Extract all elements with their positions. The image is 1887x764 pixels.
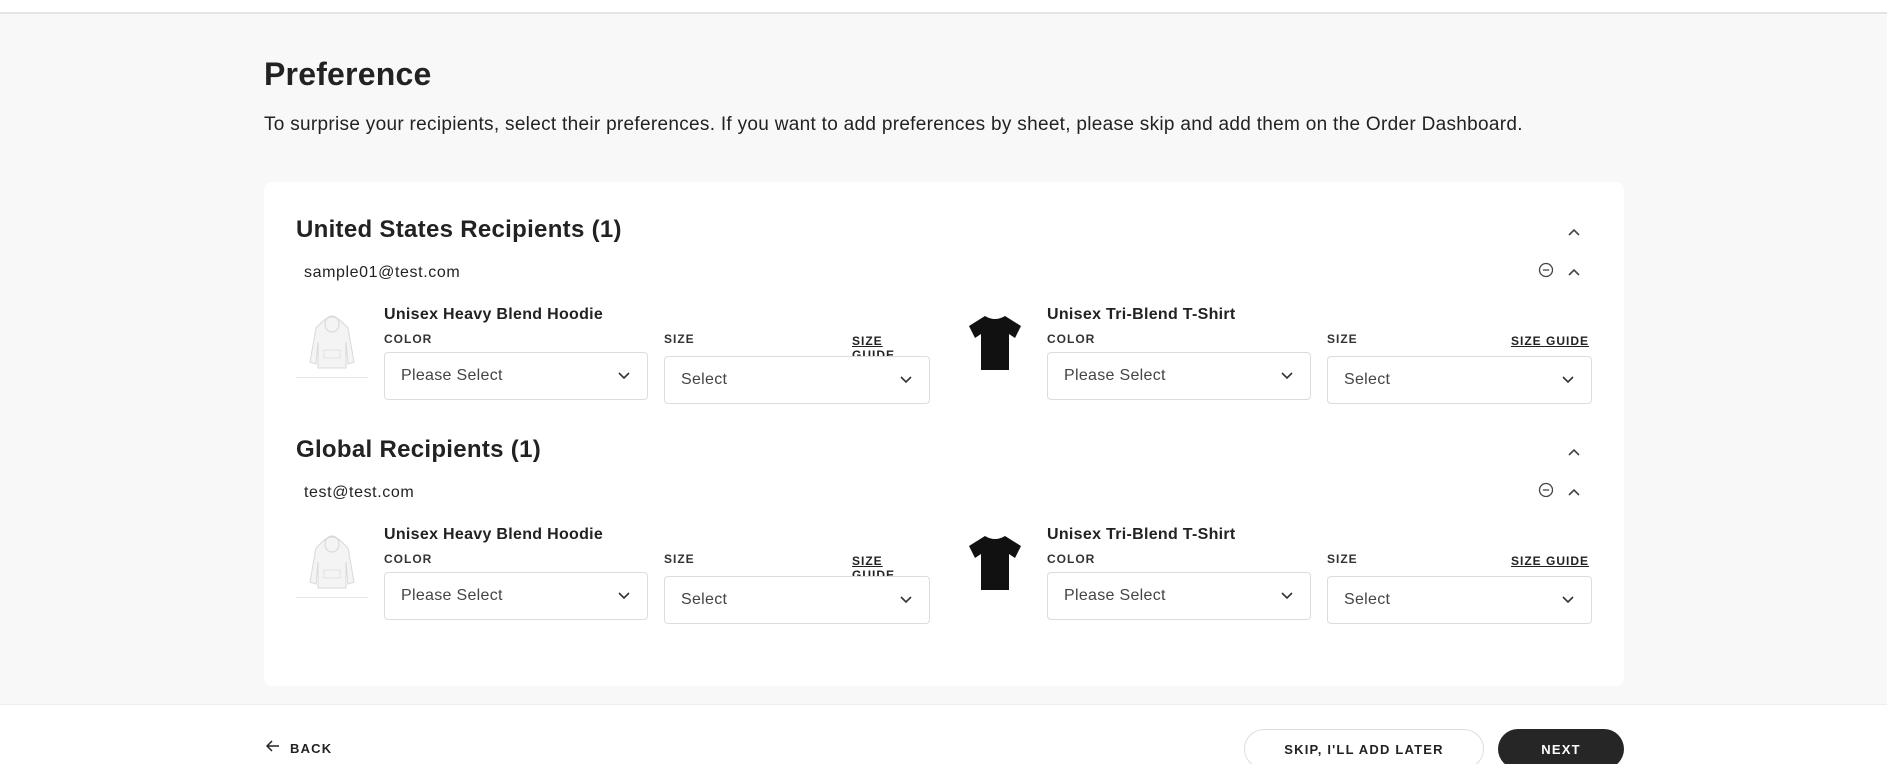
page-subtitle: To surprise your recipients, select thei… [264, 114, 1523, 135]
recipient-email: sample01@test.com [304, 264, 461, 281]
color-label: COLOR [1047, 332, 1096, 346]
product-item: Unisex Tri-Blend T-Shirt COLOR Please Se… [959, 526, 1592, 636]
color-select-value: Please Select [1064, 367, 1166, 384]
page-title: Preference [264, 56, 432, 92]
size-select[interactable]: Select [1327, 576, 1592, 624]
size-select[interactable]: Select [664, 356, 930, 404]
color-label: COLOR [384, 332, 433, 346]
tshirt-icon [959, 306, 1031, 378]
back-button[interactable]: BACK [265, 739, 333, 757]
size-select-value: Select [681, 371, 728, 388]
chevron-up-icon[interactable] [1566, 264, 1582, 280]
color-label: COLOR [384, 552, 433, 566]
size-select-value: Select [1344, 591, 1391, 608]
footer-bar: BACK SKIP, I'LL ADD LATER NEXT [0, 704, 1887, 764]
color-select[interactable]: Please Select [1047, 352, 1311, 400]
next-button[interactable]: NEXT [1498, 729, 1624, 764]
remove-circle-icon[interactable] [1538, 262, 1554, 278]
product-name: Unisex Heavy Blend Hoodie [384, 526, 604, 543]
arrow-left-icon [265, 739, 280, 757]
chevron-down-icon [617, 369, 631, 383]
chevron-down-icon [899, 593, 913, 607]
color-select[interactable]: Please Select [384, 572, 648, 620]
chevron-up-icon[interactable] [1566, 444, 1582, 460]
recipient-email: test@test.com [304, 484, 415, 501]
tshirt-icon [959, 526, 1031, 598]
color-select[interactable]: Please Select [1047, 572, 1311, 620]
skip-button[interactable]: SKIP, I'LL ADD LATER [1244, 729, 1484, 764]
product-name: Unisex Heavy Blend Hoodie [384, 306, 604, 323]
size-select-value: Select [1344, 371, 1391, 388]
section-global-recipients: Global Recipients (1) test@test.com Unis… [296, 436, 1592, 636]
remove-circle-icon[interactable] [1538, 482, 1554, 498]
chevron-down-icon [617, 589, 631, 603]
product-item: Unisex Heavy Blend Hoodie COLOR Please S… [296, 306, 930, 416]
size-select[interactable]: Select [1327, 356, 1592, 404]
chevron-down-icon [1561, 373, 1575, 387]
chevron-down-icon [1280, 369, 1294, 383]
size-guide-link[interactable]: SIZE GUIDE [1511, 334, 1589, 348]
size-label: SIZE [1327, 552, 1358, 566]
hoodie-icon [296, 526, 368, 598]
chevron-down-icon [1561, 593, 1575, 607]
size-label: SIZE [664, 332, 695, 346]
size-guide-link[interactable]: SIZE GUIDE [1511, 554, 1589, 568]
size-label: SIZE [664, 552, 695, 566]
size-label: SIZE [1327, 332, 1358, 346]
product-name: Unisex Tri-Blend T-Shirt [1047, 526, 1236, 543]
size-select-value: Select [681, 591, 728, 608]
color-select-value: Please Select [401, 367, 503, 384]
back-label: BACK [290, 740, 333, 756]
chevron-down-icon [1280, 589, 1294, 603]
color-select-value: Please Select [1064, 587, 1166, 604]
color-select[interactable]: Please Select [384, 352, 648, 400]
section-title: United States Recipients (1) [296, 216, 622, 243]
hoodie-icon [296, 306, 368, 378]
color-label: COLOR [1047, 552, 1096, 566]
product-name: Unisex Tri-Blend T-Shirt [1047, 306, 1236, 323]
size-select[interactable]: Select [664, 576, 930, 624]
product-item: Unisex Tri-Blend T-Shirt COLOR Please Se… [959, 306, 1592, 416]
color-select-value: Please Select [401, 587, 503, 604]
section-us-recipients: United States Recipients (1) sample01@te… [296, 216, 1592, 416]
chevron-down-icon [899, 373, 913, 387]
preferences-card: United States Recipients (1) sample01@te… [264, 182, 1624, 686]
section-title: Global Recipients (1) [296, 436, 542, 463]
top-bar [0, 0, 1887, 14]
chevron-up-icon[interactable] [1566, 224, 1582, 240]
chevron-up-icon[interactable] [1566, 484, 1582, 500]
product-item: Unisex Heavy Blend Hoodie COLOR Please S… [296, 526, 930, 636]
